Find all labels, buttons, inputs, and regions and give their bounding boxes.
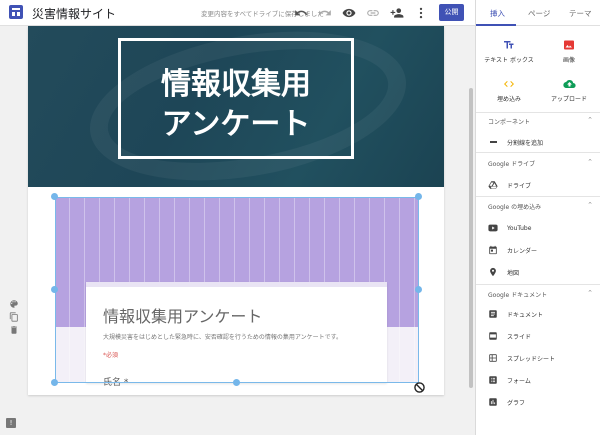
section-drive-title: Google ドライブ bbox=[488, 161, 536, 168]
section-docs-title: Google ドキュメント bbox=[488, 292, 548, 299]
section-google-embeds: Google の埋め込み ⌃ YouTube カレンダー 地図 bbox=[476, 196, 600, 282]
resize-handle-bottom[interactable] bbox=[233, 379, 240, 386]
active-tab-indicator bbox=[476, 24, 516, 26]
spreadsheet-icon bbox=[488, 353, 498, 363]
tab-themes[interactable]: テーマ bbox=[569, 8, 592, 19]
undo-icon[interactable] bbox=[294, 6, 308, 20]
insert-upload-label: アップロード bbox=[550, 96, 587, 103]
text-box-icon bbox=[479, 39, 539, 51]
section-google-docs: Google ドキュメント ⌃ ドキュメント スライド スプレッドシート フォー… bbox=[476, 284, 600, 414]
chevron-up-icon[interactable]: ⌃ bbox=[587, 289, 593, 297]
tab-pages[interactable]: ページ bbox=[528, 8, 550, 19]
resize-handle-top-left[interactable] bbox=[51, 193, 58, 200]
calendar-icon bbox=[488, 245, 498, 255]
sheets-label: スプレッドシート bbox=[507, 355, 556, 363]
resize-handle-right[interactable] bbox=[415, 286, 422, 293]
redo-icon[interactable] bbox=[318, 6, 332, 20]
insert-panel: 挿入 ページ テーマ テキスト ボックス 画像 埋め込み アップロード コンポー… bbox=[475, 0, 600, 435]
link-icon[interactable] bbox=[366, 6, 380, 20]
form-icon bbox=[488, 375, 498, 385]
forms-item[interactable]: フォーム bbox=[488, 375, 531, 385]
resize-handle-left[interactable] bbox=[51, 286, 58, 293]
delete-icon[interactable] bbox=[9, 320, 19, 334]
section-embeds-title: Google の埋め込み bbox=[488, 204, 542, 211]
banner-title-frame: 情報収集用 アンケート bbox=[118, 38, 354, 159]
resize-handle-top-right[interactable] bbox=[415, 193, 422, 200]
insert-embed-label: 埋め込み bbox=[496, 96, 521, 103]
forms-label: フォーム bbox=[507, 377, 531, 385]
page-title[interactable]: 情報収集用 アンケート bbox=[121, 65, 351, 145]
slides-icon bbox=[488, 331, 498, 341]
map-item[interactable]: 地図 bbox=[488, 267, 519, 277]
add-divider-label: 分割線を追加 bbox=[507, 139, 544, 147]
add-divider[interactable]: 分割線を追加 bbox=[488, 137, 543, 147]
preview-eye-icon[interactable] bbox=[342, 6, 356, 20]
docs-item[interactable]: ドキュメント bbox=[488, 309, 543, 319]
youtube-icon bbox=[488, 223, 498, 233]
duplicate-icon[interactable] bbox=[9, 307, 19, 322]
map-pin-icon bbox=[488, 267, 498, 277]
divider-icon bbox=[488, 137, 498, 147]
insert-upload[interactable]: アップロード bbox=[539, 78, 599, 103]
embedded-form-block[interactable]: 情報収集用アンケート 大規模災害をはじめとした緊急時に、安否確認を行うための情報… bbox=[51, 193, 425, 393]
insert-embed[interactable]: 埋め込み bbox=[479, 78, 539, 103]
block-icon[interactable] bbox=[414, 378, 425, 393]
chevron-up-icon[interactable]: ⌃ bbox=[587, 201, 593, 209]
palette-icon[interactable] bbox=[9, 294, 19, 308]
section-components-title: コンポーネント bbox=[488, 119, 531, 126]
site-title[interactable]: 災害情報サイト bbox=[32, 5, 116, 22]
section-tools bbox=[9, 294, 23, 334]
selection-outline bbox=[55, 197, 419, 383]
youtube-item[interactable]: YouTube bbox=[488, 223, 531, 233]
calendar-item[interactable]: カレンダー bbox=[488, 245, 537, 255]
upload-icon bbox=[539, 78, 599, 90]
header-banner[interactable]: 情報収集用 アンケート bbox=[28, 26, 444, 187]
slides-label: スライド bbox=[507, 333, 532, 341]
section-google-drive: Google ドライブ ⌃ ドライブ bbox=[476, 152, 600, 194]
charts-item[interactable]: グラフ bbox=[488, 397, 525, 407]
document-icon bbox=[488, 309, 498, 319]
sheets-item[interactable]: スプレッドシート bbox=[488, 353, 555, 363]
feedback-icon[interactable]: ! bbox=[6, 418, 16, 428]
charts-label: グラフ bbox=[507, 399, 526, 407]
section-components: コンポーネント ⌃ 分割線を追加 bbox=[476, 112, 600, 152]
top-bar: 災害情報サイト 変更内容をすべてドライブに保存しました 公開 bbox=[0, 0, 475, 26]
site-page: 情報収集用 アンケート 情報収集用アンケート 大規模災害をはじめとした緊急時に、… bbox=[28, 26, 444, 395]
canvas-scrollbar[interactable] bbox=[469, 88, 473, 388]
page-title-line1: 情報収集用 bbox=[161, 67, 311, 102]
insert-image-label: 画像 bbox=[562, 57, 575, 64]
more-vert-icon[interactable] bbox=[414, 6, 428, 20]
panel-tabs: 挿入 ページ テーマ bbox=[476, 0, 600, 26]
slides-item[interactable]: スライド bbox=[488, 331, 531, 341]
chart-icon bbox=[488, 397, 498, 407]
embed-icon bbox=[479, 78, 539, 90]
insert-image[interactable]: 画像 bbox=[539, 39, 599, 64]
resize-handle-bottom-left[interactable] bbox=[51, 379, 58, 386]
tab-insert[interactable]: 挿入 bbox=[490, 8, 505, 19]
drive-item[interactable]: ドライブ bbox=[488, 180, 531, 190]
youtube-label: YouTube bbox=[507, 224, 532, 232]
docs-label: ドキュメント bbox=[507, 311, 544, 319]
insert-text-box[interactable]: テキスト ボックス bbox=[479, 39, 539, 64]
drive-icon bbox=[488, 180, 498, 190]
add-person-icon[interactable] bbox=[390, 6, 404, 20]
chevron-up-icon[interactable]: ⌃ bbox=[587, 116, 593, 124]
calendar-label: カレンダー bbox=[507, 247, 538, 255]
chevron-up-icon[interactable]: ⌃ bbox=[587, 158, 593, 166]
sites-app-icon[interactable] bbox=[9, 5, 23, 19]
map-label: 地図 bbox=[507, 269, 520, 277]
image-icon bbox=[539, 39, 599, 51]
publish-button[interactable]: 公開 bbox=[439, 4, 464, 21]
drive-label: ドライブ bbox=[507, 182, 532, 190]
insert-text-box-label: テキスト ボックス bbox=[484, 57, 534, 64]
page-title-line2: アンケート bbox=[161, 107, 311, 142]
